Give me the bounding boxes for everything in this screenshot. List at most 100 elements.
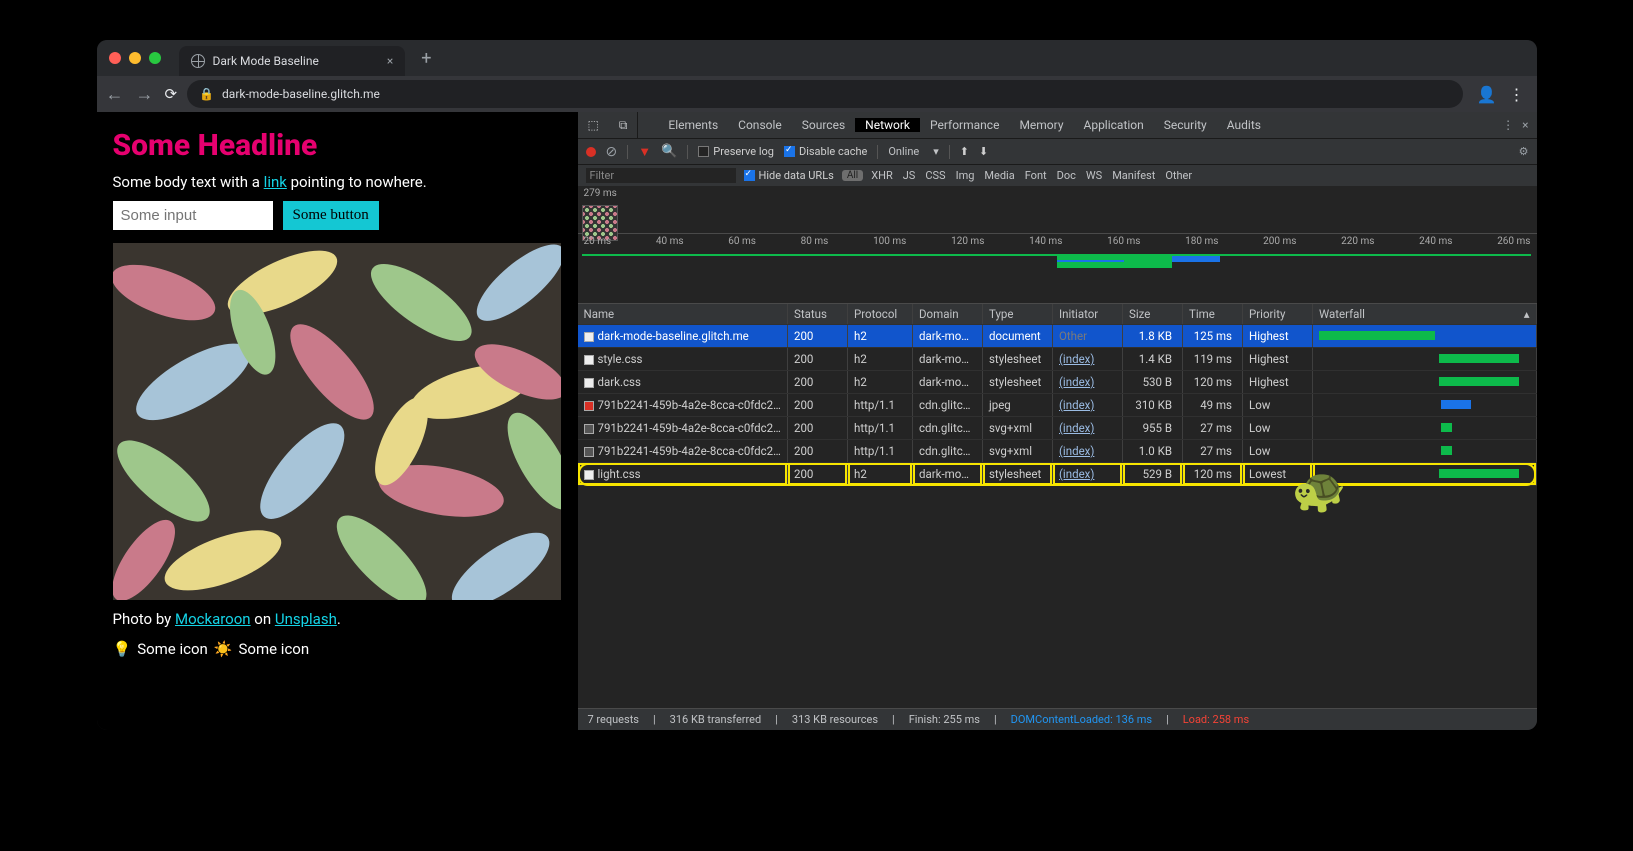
lock-icon: 🔒 [199, 87, 214, 101]
column-header-size[interactable]: Size [1123, 304, 1183, 325]
settings-gear-icon[interactable]: ⚙ [1519, 145, 1529, 158]
summary-dcl: DOMContentLoaded: 136 ms [1011, 713, 1152, 726]
filter-type-all[interactable]: All [842, 170, 863, 181]
photo-credit: Photo by Mockaroon on Unsplash. [113, 610, 561, 628]
photo [113, 240, 561, 600]
page-content: Some Headline Some body text with a link… [97, 112, 577, 730]
filter-toggle-icon[interactable]: ▼ [638, 144, 651, 160]
some-button[interactable]: Some button [283, 201, 379, 230]
sun-icon: ☀️ [214, 640, 233, 658]
headline: Some Headline [113, 128, 561, 163]
overview-strip[interactable]: 279 ms [578, 186, 1537, 234]
filter-type-font[interactable]: Font [1025, 169, 1047, 182]
network-table[interactable]: NameStatusProtocolDomainTypeInitiatorSiz… [578, 304, 1537, 708]
filter-type-other[interactable]: Other [1165, 169, 1192, 182]
devtools-tab-network[interactable]: Network [855, 118, 920, 132]
reload-button[interactable]: ⟳ [165, 85, 178, 103]
devtools-tab-memory[interactable]: Memory [1009, 118, 1073, 132]
lightbulb-icon: 💡 [113, 640, 132, 658]
url-input[interactable]: 🔒 dark-mode-baseline.glitch.me [187, 80, 1463, 108]
column-header-initiator[interactable]: Initiator [1053, 304, 1123, 325]
devtools-menu-button[interactable]: ⋮ [1502, 118, 1514, 132]
summary-load: Load: 258 ms [1183, 713, 1249, 726]
column-header-type[interactable]: Type [983, 304, 1053, 325]
icon-label-1: Some icon [137, 640, 208, 658]
inspect-button[interactable]: ⬚ [578, 112, 609, 138]
disable-cache-checkbox[interactable]: Disable cache [784, 145, 867, 158]
column-header-status[interactable]: Status [788, 304, 848, 325]
address-bar: ← → ⟳ 🔒 dark-mode-baseline.glitch.me 👤 ⋮ [97, 76, 1537, 112]
body-text: Some body text with a link pointing to n… [113, 173, 561, 191]
table-row[interactable]: dark.css200h2dark-mo…stylesheet(index)53… [578, 371, 1537, 394]
table-row[interactable]: 791b2241-459b-4a2e-8cca-c0fdc2…200http/1… [578, 417, 1537, 440]
devtools-tab-audits[interactable]: Audits [1217, 118, 1271, 132]
column-header-priority[interactable]: Priority [1243, 304, 1313, 325]
text-input[interactable] [113, 201, 273, 230]
browser-tab[interactable]: Dark Mode Baseline × [179, 46, 406, 76]
column-header-domain[interactable]: Domain [913, 304, 983, 325]
table-row[interactable]: light.css200h2dark-mo…stylesheet(index)5… [578, 463, 1537, 486]
credit-link-site[interactable]: Unsplash [275, 610, 337, 628]
forward-button[interactable]: → [135, 84, 155, 105]
tab-title: Dark Mode Baseline [213, 54, 319, 68]
filter-type-css[interactable]: CSS [925, 169, 945, 182]
column-header-time[interactable]: Time [1183, 304, 1243, 325]
body-link[interactable]: link [264, 173, 287, 191]
filter-type-img[interactable]: Img [956, 169, 975, 182]
devtools-tab-console[interactable]: Console [728, 118, 792, 132]
devtools-tab-application[interactable]: Application [1074, 118, 1154, 132]
filter-type-manifest[interactable]: Manifest [1112, 169, 1155, 182]
back-button[interactable]: ← [105, 84, 125, 105]
icon-label-2: Some icon [239, 640, 310, 658]
summary-resources: 313 KB resources [792, 713, 878, 726]
throttle-select[interactable]: Online▾ [888, 145, 938, 158]
devtools-tab-elements[interactable]: Elements [658, 118, 728, 132]
close-window-button[interactable] [109, 52, 121, 64]
devtools-tab-sources[interactable]: Sources [792, 118, 855, 132]
clear-button[interactable]: ⊘ [606, 144, 618, 160]
table-row[interactable]: style.css200h2dark-mo…stylesheet(index)1… [578, 348, 1537, 371]
close-tab-button[interactable]: × [387, 54, 393, 68]
profile-button[interactable]: 👤 [1477, 85, 1497, 104]
url-text: dark-mode-baseline.glitch.me [222, 87, 380, 101]
devtools-tab-security[interactable]: Security [1154, 118, 1217, 132]
filter-input[interactable]: Filter [586, 168, 736, 183]
browser-window: Dark Mode Baseline × + ← → ⟳ 🔒 dark-mode… [97, 40, 1537, 730]
devtools-tab-performance[interactable]: Performance [920, 118, 1009, 132]
filter-type-media[interactable]: Media [984, 169, 1014, 182]
maximize-window-button[interactable] [149, 52, 161, 64]
column-header-protocol[interactable]: Protocol [848, 304, 913, 325]
download-icon[interactable]: ⬇ [979, 145, 988, 158]
devtools-tabs: ⬚ ⧉ ElementsConsoleSourcesNetworkPerform… [578, 112, 1537, 138]
search-icon[interactable]: 🔍 [661, 144, 677, 159]
timeline-axis[interactable]: 20 ms40 ms60 ms80 ms100 ms120 ms140 ms16… [578, 234, 1537, 304]
network-filter-bar: Filter Hide data URLs All XHR JS CSS Img Med… [578, 164, 1537, 186]
hide-data-urls-checkbox[interactable]: Hide data URLs [744, 169, 834, 182]
new-tab-button[interactable]: + [413, 48, 439, 69]
record-button[interactable] [586, 147, 596, 157]
network-summary: 7 requests | 316 KB transferred | 313 KB… [578, 708, 1537, 730]
traffic-lights [109, 52, 161, 64]
summary-finish: Finish: 255 ms [909, 713, 980, 726]
column-header-waterfall[interactable]: Waterfall ▴ [1313, 304, 1537, 325]
table-row[interactable]: 791b2241-459b-4a2e-8cca-c0fdc2…200http/1… [578, 394, 1537, 417]
filter-type-doc[interactable]: Doc [1057, 169, 1076, 182]
filter-type-xhr[interactable]: XHR [871, 169, 893, 182]
upload-icon[interactable]: ⬆ [960, 145, 969, 158]
titlebar: Dark Mode Baseline × + [97, 40, 1537, 76]
summary-requests: 7 requests [588, 713, 639, 726]
devtools-close-button[interactable]: × [1522, 118, 1528, 132]
table-row[interactable]: 791b2241-459b-4a2e-8cca-c0fdc2…200http/1… [578, 440, 1537, 463]
device-toggle-button[interactable]: ⧉ [609, 112, 638, 138]
filter-type-ws[interactable]: WS [1086, 169, 1102, 182]
overview-duration: 279 ms [578, 186, 623, 201]
devtools-panel: ⬚ ⧉ ElementsConsoleSourcesNetworkPerform… [577, 112, 1537, 730]
credit-link-author[interactable]: Mockaroon [175, 610, 251, 628]
preserve-log-checkbox[interactable]: Preserve log [698, 145, 774, 158]
column-header-name[interactable]: Name [578, 304, 788, 325]
icon-row: 💡 Some icon ☀️ Some icon [113, 640, 561, 658]
minimize-window-button[interactable] [129, 52, 141, 64]
table-row[interactable]: dark-mode-baseline.glitch.me200h2dark-mo… [578, 325, 1537, 348]
browser-menu-button[interactable]: ⋮ [1509, 85, 1525, 104]
filter-type-js[interactable]: JS [903, 169, 916, 182]
